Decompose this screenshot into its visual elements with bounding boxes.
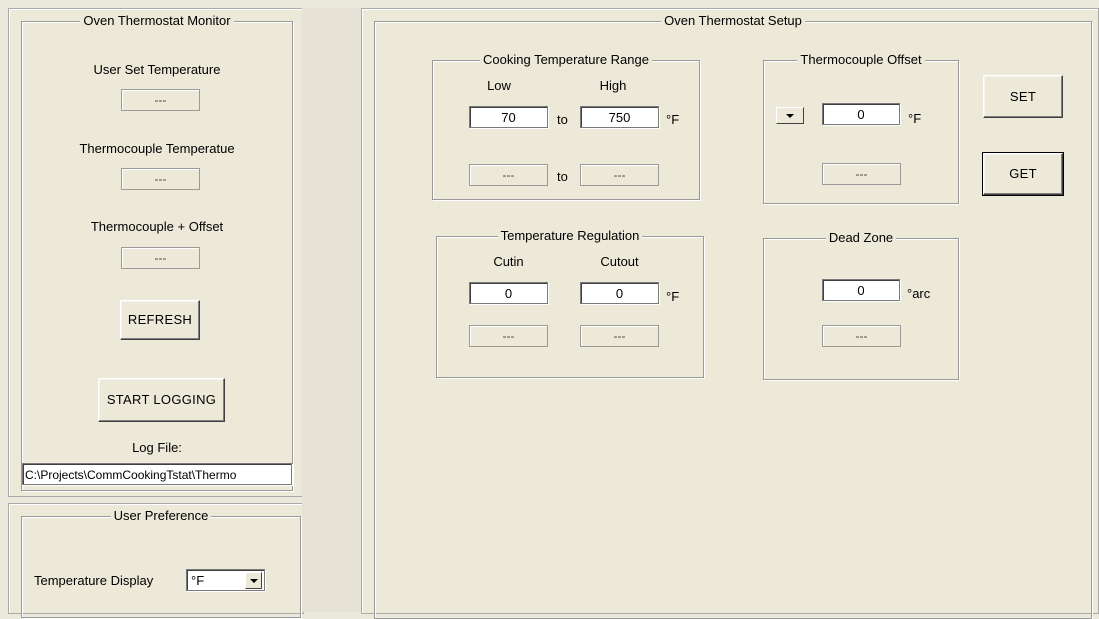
monitor-group: Oven Thermostat Monitor User Set Tempera… <box>21 13 293 491</box>
preference-panel: User Preference Temperature Display °F <box>8 503 304 618</box>
offset-unit-label: °F <box>908 111 922 126</box>
to-label-1: to <box>557 112 568 127</box>
setup-panel: Oven Thermostat Setup Cooking Temperatur… <box>361 8 1099 619</box>
cooking-range-group: Cooking Temperature Range Low High 70 to… <box>432 52 700 200</box>
cutout-label: Cutout <box>600 254 639 269</box>
setup-group: Oven Thermostat Setup Cooking Temperatur… <box>374 13 1092 619</box>
offset-readback: --- <box>822 163 901 185</box>
low-temp-readback: --- <box>469 164 548 186</box>
get-button[interactable]: GET <box>982 152 1064 196</box>
offset-input[interactable]: 0 <box>822 103 900 125</box>
thermocouple-temp-value: --- <box>121 168 200 190</box>
dead-zone-readback: --- <box>822 325 901 347</box>
monitor-panel: Oven Thermostat Monitor User Set Tempera… <box>8 8 304 497</box>
cutin-input[interactable]: 0 <box>469 282 548 304</box>
start-logging-button[interactable]: START LOGGING <box>98 378 225 422</box>
high-temp-input[interactable]: 750 <box>580 106 659 128</box>
refresh-button[interactable]: REFRESH <box>120 300 200 340</box>
set-button[interactable]: SET <box>983 75 1063 118</box>
thermocouple-offset-title: Thermocouple Offset <box>797 52 925 67</box>
dead-zone-title: Dead Zone <box>825 230 897 245</box>
cutin-readback: --- <box>469 325 548 347</box>
high-label: High <box>599 78 627 93</box>
regulation-unit-label: °F <box>666 289 680 304</box>
thermocouple-offset-label: Thermocouple + Offset <box>90 219 224 234</box>
chevron-down-icon <box>249 578 258 583</box>
temperature-regulation-title: Temperature Regulation <box>497 228 643 243</box>
dead-zone-unit-label: °arc <box>907 286 931 301</box>
temperature-display-dropdown-button[interactable] <box>245 572 262 589</box>
setup-title: Oven Thermostat Setup <box>661 13 805 28</box>
offset-sign-dropdown[interactable] <box>776 107 804 124</box>
temperature-display-value: °F <box>191 573 205 588</box>
temperature-display-label: Temperature Display <box>34 573 154 588</box>
to-label-2: to <box>557 169 568 184</box>
cutout-input[interactable]: 0 <box>580 282 659 304</box>
user-set-temp-label: User Set Temperature <box>93 62 221 77</box>
preference-group: User Preference Temperature Display °F <box>21 508 301 618</box>
low-label: Low <box>487 78 511 93</box>
thermocouple-temp-label: Thermocouple Temperatue <box>79 141 235 156</box>
temperature-regulation-group: Temperature Regulation Cutin Cutout 0 0 … <box>436 228 704 378</box>
user-set-temp-value: --- <box>121 89 200 111</box>
chevron-down-icon <box>786 113 794 118</box>
splitter <box>302 8 361 612</box>
dead-zone-input[interactable]: 0 <box>822 279 900 301</box>
thermocouple-offset-value: --- <box>121 247 200 269</box>
cutin-label: Cutin <box>493 254 524 269</box>
cutout-readback: --- <box>580 325 659 347</box>
cooking-range-title: Cooking Temperature Range <box>480 52 652 67</box>
low-temp-input[interactable]: 70 <box>469 106 548 128</box>
high-temp-readback: --- <box>580 164 659 186</box>
thermocouple-offset-group: Thermocouple Offset 0 °F --- <box>763 52 959 204</box>
log-file-label: Log File: <box>132 440 182 455</box>
preference-title: User Preference <box>110 508 212 523</box>
monitor-title: Oven Thermostat Monitor <box>80 13 234 28</box>
log-file-path-field[interactable]: C:\Projects\CommCookingTstat\Thermo <box>22 463 292 485</box>
dead-zone-group: Dead Zone 0 °arc --- <box>763 230 959 380</box>
range-unit-label: °F <box>666 112 680 127</box>
